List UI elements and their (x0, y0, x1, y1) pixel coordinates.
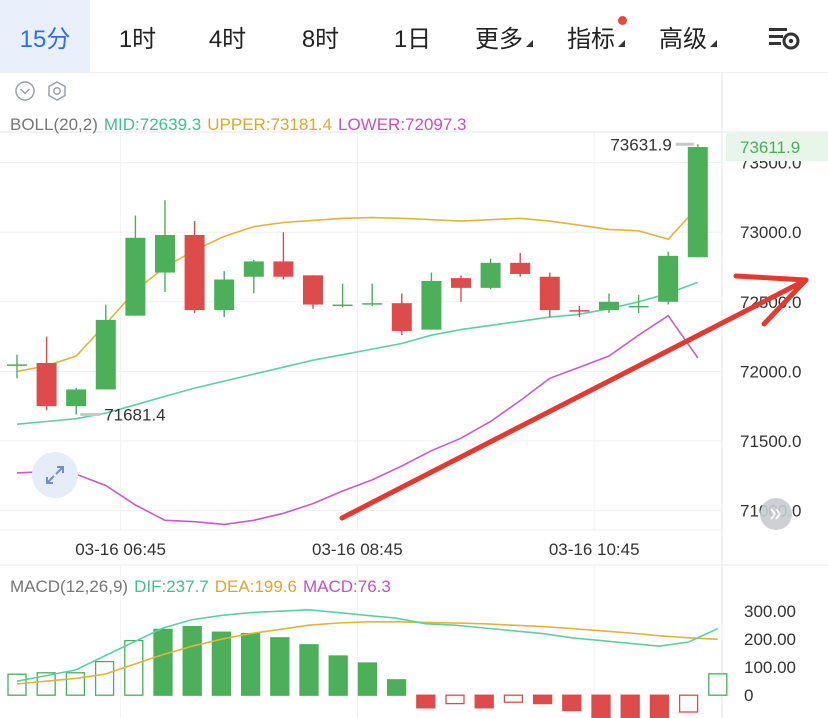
macd-legend-dea: DEA:199.6 (214, 577, 297, 596)
macd-histogram-bar (182, 625, 202, 696)
candle-body (480, 262, 501, 288)
macd-histogram-bar (153, 628, 173, 696)
candle-body (155, 234, 175, 273)
candle-body (273, 261, 294, 277)
hexagon-gear-icon (48, 81, 66, 101)
candle-body (332, 304, 353, 307)
candle-body (362, 303, 383, 305)
macd-histogram-bar (211, 631, 232, 696)
fullscreen-button[interactable] (32, 452, 78, 498)
price-tick-label: 71500.0 (740, 432, 801, 451)
macd-histogram-bar (299, 644, 319, 696)
macd-histogram-bar (240, 632, 261, 696)
candle-body (214, 279, 235, 311)
double-chevron-right-icon (770, 508, 782, 520)
candle-body (421, 280, 442, 330)
last-price-tag: 73611.9 (740, 138, 800, 157)
candle-body (510, 262, 531, 274)
macd-tick-label: 200.00 (744, 630, 796, 649)
macd-tick-label: 300.00 (744, 602, 796, 621)
macd-histogram-bar (620, 694, 640, 718)
macd-legend-hist: MACD:76.3 (303, 577, 391, 596)
scroll-to-latest-button[interactable] (760, 498, 792, 530)
collapse-button[interactable] (14, 80, 36, 107)
time-tick-label: 03-16 06:45 (75, 540, 166, 559)
time-tick-label: 03-16 08:45 (312, 540, 403, 559)
macd-histogram-bar (94, 660, 115, 696)
macd-histogram-bar (678, 694, 699, 713)
macd-histogram-bar (708, 673, 728, 696)
candle-body (243, 261, 264, 277)
candle-body (628, 305, 649, 308)
price-tick-label: 72000.0 (740, 362, 801, 381)
candle-body (66, 389, 87, 407)
macd-histogram-bar (7, 673, 27, 696)
candle-body (303, 275, 323, 305)
candle-body (658, 255, 679, 302)
boll-legend-mid: MID:72639.3 (103, 115, 202, 134)
macd-histogram-bar (357, 662, 378, 696)
macd-histogram-bar (562, 694, 582, 712)
macd-histogram-bar (649, 694, 670, 718)
macd-histogram-bar (328, 655, 348, 696)
macd-legend-title: MACD(12,26,9) (10, 577, 129, 596)
candle-body (7, 364, 27, 366)
macd-histogram-bar (270, 637, 290, 696)
macd-legend-dif: DIF:237.7 (134, 577, 209, 596)
macd-histogram-bar (591, 694, 611, 718)
time-tick-label: 03-16 10:45 (549, 540, 640, 559)
macd-tick-label: 0 (744, 686, 753, 705)
candle-body (451, 278, 471, 288)
min-price-label: 71681.4 (104, 405, 165, 424)
macd-histogram-bar (124, 639, 144, 696)
macd-histogram-bar (474, 694, 494, 709)
macd-histogram-bar (445, 694, 465, 705)
macd-legend: MACD(12,26,9) DIF:237.7 DEA:199.6 MACD:76.3 (10, 577, 397, 597)
candle-body (539, 276, 560, 311)
boll-legend-lower: LOWER:72097.3 (337, 115, 467, 134)
macd-histogram-bar (416, 694, 436, 709)
boll-legend: BOLL(20,2) MID:72639.3 UPPER:73181.4 LOWER:… (10, 115, 473, 135)
price-tick-label: 73000.0 (740, 223, 801, 242)
macd-histogram-bar (503, 694, 524, 703)
candle-body (391, 303, 412, 331)
macd-histogram-bar (532, 694, 553, 705)
chevron-down-circle-icon (15, 81, 35, 101)
candle-body (599, 301, 619, 311)
expand-arrows-icon (46, 466, 64, 484)
boll-legend-title: BOLL(20,2) (10, 115, 98, 134)
candle-body (184, 234, 205, 311)
price-chart[interactable]: 73500.073000.072500.072000.071500.071000… (0, 0, 828, 718)
macd-tick-label: 100.00 (744, 658, 796, 677)
candle-body (95, 319, 116, 390)
candle-body (36, 363, 57, 407)
max-price-label: 73631.9 (610, 135, 671, 154)
boll-legend-upper: UPPER:73181.4 (207, 115, 332, 134)
indicator-settings-button[interactable] (46, 80, 68, 107)
candle-body (125, 237, 146, 316)
macd-histogram-bar (386, 679, 407, 696)
macd-histogram-bar (65, 672, 86, 696)
candle-body (687, 147, 708, 258)
candle-body (569, 310, 590, 312)
